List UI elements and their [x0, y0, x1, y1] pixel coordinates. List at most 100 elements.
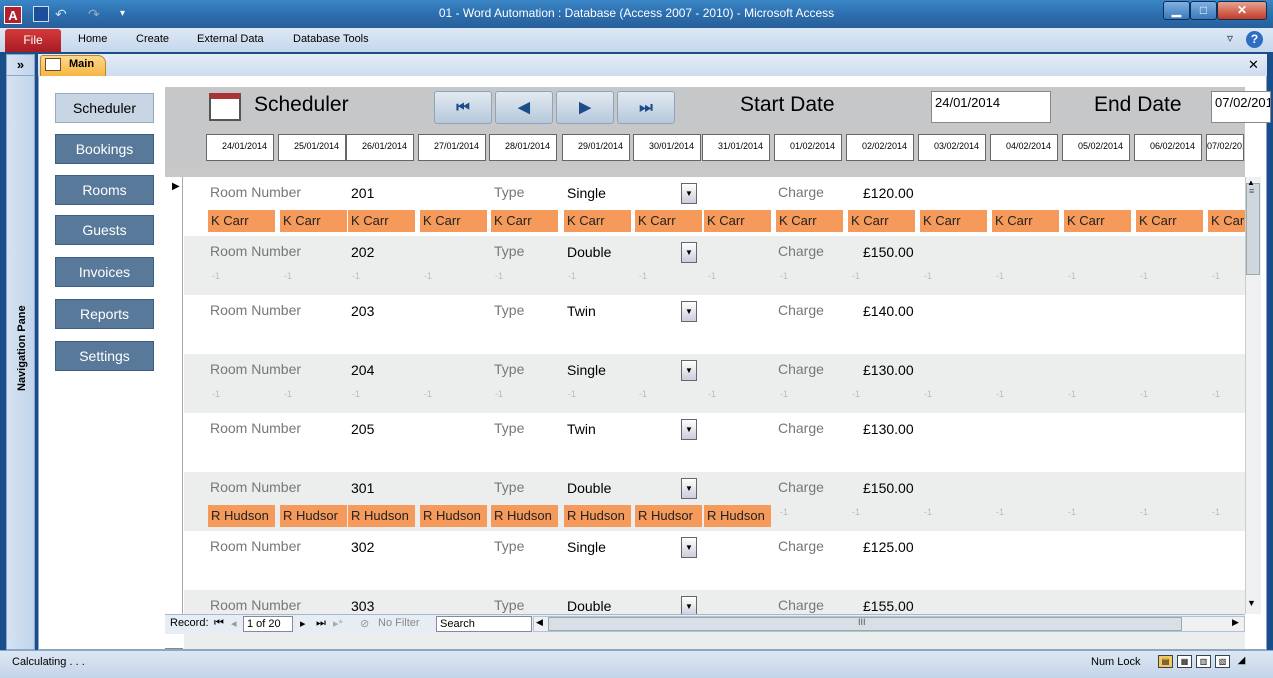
new-record-icon[interactable]: ▸*	[333, 617, 343, 630]
next-record-icon[interactable]: ▸	[300, 617, 306, 630]
booking-cell[interactable]: K Carr	[491, 210, 558, 232]
empty-day-cell[interactable]: -1	[284, 271, 351, 281]
settings-button[interactable]: Settings	[55, 341, 154, 371]
empty-day-cell[interactable]: -1	[352, 389, 419, 399]
room-row[interactable]	[184, 531, 1245, 590]
dropdown-arrow-icon[interactable]: ▼	[681, 419, 697, 440]
room-row[interactable]	[184, 413, 1245, 472]
room-type-combo[interactable]: Twin	[567, 421, 596, 437]
start-date-input[interactable]: 24/01/2014	[931, 91, 1051, 123]
reports-button[interactable]: Reports	[55, 299, 154, 329]
no-filter-button[interactable]: No Filter	[378, 617, 420, 629]
previous-record-button[interactable]: ◀	[495, 91, 553, 124]
scroll-down-icon[interactable]: ▼	[1247, 598, 1256, 608]
form-view-icon[interactable]: ▤	[1158, 655, 1173, 668]
booking-cell[interactable]: R Hudson	[208, 505, 275, 527]
booking-cell[interactable]: K Carr	[635, 210, 702, 232]
room-number-value[interactable]: 204	[351, 362, 374, 378]
dropdown-arrow-icon[interactable]: ▼	[681, 537, 697, 558]
bookings-button[interactable]: Bookings	[55, 134, 154, 164]
empty-day-cell[interactable]: -1	[852, 507, 919, 517]
first-record-icon[interactable]: ⏮	[214, 617, 224, 630]
nav-pane-toggle-button[interactable]: »	[6, 54, 35, 76]
empty-day-cell[interactable]: -1	[708, 389, 775, 399]
empty-day-cell[interactable]: -1	[212, 389, 279, 399]
empty-day-cell[interactable]: -1	[1068, 507, 1135, 517]
empty-day-cell[interactable]: -1	[708, 271, 775, 281]
room-row[interactable]	[184, 236, 1245, 295]
next-record-button[interactable]: ▶	[556, 91, 614, 124]
room-number-value[interactable]: 203	[351, 303, 374, 319]
room-type-combo[interactable]: Double	[567, 598, 611, 614]
empty-day-cell[interactable]: -1	[996, 507, 1063, 517]
vertical-scroll-thumb[interactable]	[1246, 183, 1260, 275]
tab-home[interactable]: Home	[78, 33, 107, 45]
room-type-combo[interactable]: Single	[567, 362, 606, 378]
empty-day-cell[interactable]: -1	[1140, 271, 1207, 281]
empty-day-cell[interactable]: -1	[1068, 389, 1135, 399]
minimize-button[interactable]: ▁	[1163, 1, 1190, 20]
empty-day-cell[interactable]: -1	[924, 271, 991, 281]
tab-create[interactable]: Create	[136, 33, 169, 45]
end-date-input[interactable]: 07/02/2014	[1211, 91, 1271, 123]
empty-day-cell[interactable]: -1	[924, 507, 991, 517]
booking-cell[interactable]: K Carr	[564, 210, 631, 232]
dropdown-arrow-icon[interactable]: ▼	[681, 183, 697, 204]
close-window-button[interactable]: ✕	[1217, 1, 1267, 20]
booking-cell[interactable]: K Carr	[920, 210, 987, 232]
empty-day-cell[interactable]: -1	[1068, 271, 1135, 281]
booking-cell[interactable]: K Carr	[1208, 210, 1245, 232]
empty-day-cell[interactable]: -1	[1212, 389, 1273, 399]
prev-record-icon[interactable]: ◂	[231, 617, 237, 630]
empty-day-cell[interactable]: -1	[1212, 507, 1273, 517]
design-view-icon[interactable]: ▧	[1215, 655, 1230, 668]
tab-external-data[interactable]: External Data	[197, 33, 264, 45]
room-type-combo[interactable]: Single	[567, 539, 606, 555]
empty-day-cell[interactable]: -1	[780, 389, 847, 399]
empty-day-cell[interactable]: -1	[852, 271, 919, 281]
room-row[interactable]	[184, 354, 1245, 413]
booking-cell[interactable]: R Hudson	[420, 505, 487, 527]
empty-day-cell[interactable]: -1	[639, 271, 706, 281]
ribbon-minimize-icon[interactable]: ▿	[1227, 31, 1233, 45]
room-row[interactable]	[184, 295, 1245, 354]
record-selector-column[interactable]	[165, 177, 183, 614]
booking-cell[interactable]: R Hudson	[491, 505, 558, 527]
booking-cell[interactable]: K Carr	[348, 210, 415, 232]
invoices-button[interactable]: Invoices	[55, 257, 154, 287]
empty-day-cell[interactable]: -1	[352, 271, 419, 281]
booking-cell[interactable]: R Hudson	[564, 505, 631, 527]
room-number-value[interactable]: 302	[351, 539, 374, 555]
help-icon[interactable]: ?	[1246, 31, 1263, 48]
empty-day-cell[interactable]: -1	[1140, 507, 1207, 517]
room-type-combo[interactable]: Twin	[567, 303, 596, 319]
booking-cell[interactable]: K Carr	[1064, 210, 1131, 232]
dropdown-arrow-icon[interactable]: ▼	[681, 360, 697, 381]
booking-cell[interactable]: K Carr	[208, 210, 275, 232]
last-record-button[interactable]: ⏭	[617, 91, 675, 124]
room-number-value[interactable]: 201	[351, 185, 374, 201]
datasheet-view-icon[interactable]: ▦	[1177, 655, 1192, 668]
close-tab-icon[interactable]: ✕	[1248, 57, 1259, 73]
booking-cell[interactable]: R Hudsor	[635, 505, 702, 527]
empty-day-cell[interactable]: -1	[1212, 271, 1273, 281]
search-input[interactable]: Search	[436, 616, 532, 632]
last-record-icon[interactable]: ⏭	[316, 617, 326, 630]
empty-day-cell[interactable]: -1	[284, 389, 351, 399]
empty-day-cell[interactable]: -1	[996, 389, 1063, 399]
first-record-button[interactable]: ⏮	[434, 91, 492, 124]
layout-view-icon[interactable]: ▥	[1196, 655, 1211, 668]
booking-cell[interactable]: R Hudsor	[280, 505, 347, 527]
scroll-left-icon[interactable]: ◀	[536, 617, 543, 628]
empty-day-cell[interactable]: -1	[780, 507, 847, 517]
room-number-value[interactable]: 202	[351, 244, 374, 260]
booking-cell[interactable]: K Carr	[280, 210, 347, 232]
maximize-button[interactable]: □	[1190, 1, 1217, 20]
file-tab[interactable]: File	[5, 29, 61, 52]
empty-day-cell[interactable]: -1	[495, 389, 562, 399]
empty-day-cell[interactable]: -1	[424, 271, 491, 281]
booking-cell[interactable]: K Carr	[776, 210, 843, 232]
booking-cell[interactable]: R Hudson	[704, 505, 771, 527]
empty-day-cell[interactable]: -1	[212, 271, 279, 281]
booking-cell[interactable]: K Carr	[992, 210, 1059, 232]
